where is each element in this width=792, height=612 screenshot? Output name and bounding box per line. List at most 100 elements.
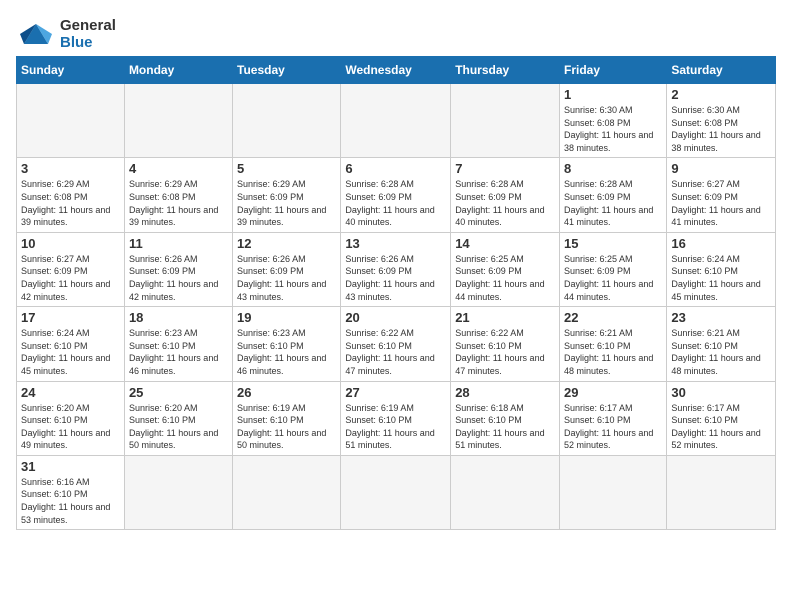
calendar-day-cell: 19Sunrise: 6:23 AM Sunset: 6:10 PM Dayli… bbox=[233, 307, 341, 381]
calendar-week-row: 31 Sunrise: 6:16 AM Sunset: 6:10 PM Dayli… bbox=[17, 455, 776, 529]
calendar-body: 1 Sunrise: 6:30 AM Sunset: 6:08 PM Daylig… bbox=[17, 84, 776, 530]
calendar-day-cell: 25Sunrise: 6:20 AM Sunset: 6:10 PM Dayli… bbox=[124, 381, 232, 455]
calendar-day-cell: 3Sunrise: 6:29 AM Sunset: 6:08 PM Daylig… bbox=[17, 158, 125, 232]
calendar-day-cell: 30Sunrise: 6:17 AM Sunset: 6:10 PM Dayli… bbox=[667, 381, 776, 455]
calendar-day-cell: 28 Sunrise: 6:18 AM Sunset: 6:10 PM Dayli… bbox=[451, 381, 560, 455]
day-info: Sunrise: 6:25 AM Sunset: 6:09 PM Dayligh… bbox=[455, 253, 555, 303]
calendar-day-cell: 13 Sunrise: 6:26 AM Sunset: 6:09 PM Dayli… bbox=[341, 232, 451, 306]
day-number: 6 bbox=[345, 161, 446, 176]
day-number: 26 bbox=[237, 385, 336, 400]
day-number: 7 bbox=[455, 161, 555, 176]
calendar-day-cell: 14Sunrise: 6:25 AM Sunset: 6:09 PM Dayli… bbox=[451, 232, 560, 306]
calendar-day-cell: 22 Sunrise: 6:21 AM Sunset: 6:10 PM Dayli… bbox=[560, 307, 667, 381]
day-info: Sunrise: 6:17 AM Sunset: 6:10 PM Dayligh… bbox=[671, 402, 771, 452]
day-info: Sunrise: 6:29 AM Sunset: 6:08 PM Dayligh… bbox=[21, 178, 120, 228]
day-number: 17 bbox=[21, 310, 120, 325]
day-info: Sunrise: 6:25 AM Sunset: 6:09 PM Dayligh… bbox=[564, 253, 662, 303]
day-info: Sunrise: 6:26 AM Sunset: 6:09 PM Dayligh… bbox=[345, 253, 446, 303]
calendar-day-cell bbox=[341, 84, 451, 158]
day-info: Sunrise: 6:22 AM Sunset: 6:10 PM Dayligh… bbox=[455, 327, 555, 377]
calendar-day-cell: 21 Sunrise: 6:22 AM Sunset: 6:10 PM Dayli… bbox=[451, 307, 560, 381]
day-number: 9 bbox=[671, 161, 771, 176]
day-info: Sunrise: 6:29 AM Sunset: 6:09 PM Dayligh… bbox=[237, 178, 336, 228]
day-info: Sunrise: 6:18 AM Sunset: 6:10 PM Dayligh… bbox=[455, 402, 555, 452]
day-number: 20 bbox=[345, 310, 446, 325]
day-number: 5 bbox=[237, 161, 336, 176]
day-info: Sunrise: 6:24 AM Sunset: 6:10 PM Dayligh… bbox=[21, 327, 120, 377]
calendar-day-cell: 20 Sunrise: 6:22 AM Sunset: 6:10 PM Dayli… bbox=[341, 307, 451, 381]
day-info: Sunrise: 6:28 AM Sunset: 6:09 PM Dayligh… bbox=[564, 178, 662, 228]
day-info: Sunrise: 6:28 AM Sunset: 6:09 PM Dayligh… bbox=[455, 178, 555, 228]
calendar-week-row: 1 Sunrise: 6:30 AM Sunset: 6:08 PM Daylig… bbox=[17, 84, 776, 158]
calendar-day-cell: 18 Sunrise: 6:23 AM Sunset: 6:10 PM Dayli… bbox=[124, 307, 232, 381]
calendar-day-cell: 17 Sunrise: 6:24 AM Sunset: 6:10 PM Dayli… bbox=[17, 307, 125, 381]
calendar-day-cell: 9 Sunrise: 6:27 AM Sunset: 6:09 PM Daylig… bbox=[667, 158, 776, 232]
day-info: Sunrise: 6:24 AM Sunset: 6:10 PM Dayligh… bbox=[671, 253, 771, 303]
day-number: 16 bbox=[671, 236, 771, 251]
calendar-day-cell bbox=[124, 84, 232, 158]
calendar-day-cell: 5 Sunrise: 6:29 AM Sunset: 6:09 PM Daylig… bbox=[233, 158, 341, 232]
day-number: 23 bbox=[671, 310, 771, 325]
day-info: Sunrise: 6:23 AM Sunset: 6:10 PM Dayligh… bbox=[129, 327, 228, 377]
calendar-day-cell: 31 Sunrise: 6:16 AM Sunset: 6:10 PM Dayli… bbox=[17, 455, 125, 529]
weekday-header-cell: Thursday bbox=[451, 57, 560, 84]
day-info: Sunrise: 6:21 AM Sunset: 6:10 PM Dayligh… bbox=[564, 327, 662, 377]
day-info: Sunrise: 6:26 AM Sunset: 6:09 PM Dayligh… bbox=[129, 253, 228, 303]
day-number: 19 bbox=[237, 310, 336, 325]
calendar-day-cell: 2Sunrise: 6:30 AM Sunset: 6:08 PM Daylig… bbox=[667, 84, 776, 158]
day-info: Sunrise: 6:20 AM Sunset: 6:10 PM Dayligh… bbox=[21, 402, 120, 452]
day-number: 8 bbox=[564, 161, 662, 176]
day-number: 28 bbox=[455, 385, 555, 400]
day-number: 31 bbox=[21, 459, 120, 474]
day-info: Sunrise: 6:16 AM Sunset: 6:10 PM Dayligh… bbox=[21, 476, 120, 526]
day-info: Sunrise: 6:28 AM Sunset: 6:09 PM Dayligh… bbox=[345, 178, 446, 228]
day-info: Sunrise: 6:27 AM Sunset: 6:09 PM Dayligh… bbox=[671, 178, 771, 228]
day-number: 22 bbox=[564, 310, 662, 325]
calendar-day-cell bbox=[667, 455, 776, 529]
calendar-day-cell: 26Sunrise: 6:19 AM Sunset: 6:10 PM Dayli… bbox=[233, 381, 341, 455]
day-number: 4 bbox=[129, 161, 228, 176]
day-info: Sunrise: 6:30 AM Sunset: 6:08 PM Dayligh… bbox=[564, 104, 662, 154]
calendar-day-cell: 23 Sunrise: 6:21 AM Sunset: 6:10 PM Dayli… bbox=[667, 307, 776, 381]
day-info: Sunrise: 6:17 AM Sunset: 6:10 PM Dayligh… bbox=[564, 402, 662, 452]
calendar-day-cell: 27 Sunrise: 6:19 AM Sunset: 6:10 PM Dayli… bbox=[341, 381, 451, 455]
day-info: Sunrise: 6:19 AM Sunset: 6:10 PM Dayligh… bbox=[345, 402, 446, 452]
day-number: 27 bbox=[345, 385, 446, 400]
calendar-day-cell: 4 Sunrise: 6:29 AM Sunset: 6:08 PM Daylig… bbox=[124, 158, 232, 232]
calendar-day-cell bbox=[233, 455, 341, 529]
day-number: 18 bbox=[129, 310, 228, 325]
day-number: 15 bbox=[564, 236, 662, 251]
weekday-header-cell: Sunday bbox=[17, 57, 125, 84]
day-number: 29 bbox=[564, 385, 662, 400]
calendar-day-cell: 8 Sunrise: 6:28 AM Sunset: 6:09 PM Daylig… bbox=[560, 158, 667, 232]
weekday-header-cell: Wednesday bbox=[341, 57, 451, 84]
calendar-week-row: 10Sunrise: 6:27 AM Sunset: 6:09 PM Dayli… bbox=[17, 232, 776, 306]
calendar-day-cell bbox=[451, 84, 560, 158]
calendar-day-cell bbox=[451, 455, 560, 529]
weekday-header-cell: Friday bbox=[560, 57, 667, 84]
day-info: Sunrise: 6:27 AM Sunset: 6:09 PM Dayligh… bbox=[21, 253, 120, 303]
day-info: Sunrise: 6:26 AM Sunset: 6:09 PM Dayligh… bbox=[237, 253, 336, 303]
day-info: Sunrise: 6:29 AM Sunset: 6:08 PM Dayligh… bbox=[129, 178, 228, 228]
calendar-day-cell: 1 Sunrise: 6:30 AM Sunset: 6:08 PM Daylig… bbox=[560, 84, 667, 158]
day-number: 1 bbox=[564, 87, 662, 102]
day-number: 21 bbox=[455, 310, 555, 325]
day-info: Sunrise: 6:22 AM Sunset: 6:10 PM Dayligh… bbox=[345, 327, 446, 377]
calendar-day-cell: 11 Sunrise: 6:26 AM Sunset: 6:09 PM Dayli… bbox=[124, 232, 232, 306]
day-number: 12 bbox=[237, 236, 336, 251]
logo: General Blue bbox=[16, 16, 116, 52]
calendar-week-row: 17 Sunrise: 6:24 AM Sunset: 6:10 PM Dayli… bbox=[17, 307, 776, 381]
logo-icon bbox=[16, 16, 56, 52]
calendar-day-cell: 29 Sunrise: 6:17 AM Sunset: 6:10 PM Dayli… bbox=[560, 381, 667, 455]
calendar-week-row: 3Sunrise: 6:29 AM Sunset: 6:08 PM Daylig… bbox=[17, 158, 776, 232]
weekday-header-cell: Tuesday bbox=[233, 57, 341, 84]
calendar-week-row: 24Sunrise: 6:20 AM Sunset: 6:10 PM Dayli… bbox=[17, 381, 776, 455]
weekday-header-cell: Monday bbox=[124, 57, 232, 84]
day-info: Sunrise: 6:21 AM Sunset: 6:10 PM Dayligh… bbox=[671, 327, 771, 377]
day-number: 13 bbox=[345, 236, 446, 251]
calendar-day-cell: 10Sunrise: 6:27 AM Sunset: 6:09 PM Dayli… bbox=[17, 232, 125, 306]
day-number: 11 bbox=[129, 236, 228, 251]
weekday-header-row: SundayMondayTuesdayWednesdayThursdayFrid… bbox=[17, 57, 776, 84]
weekday-header-cell: Saturday bbox=[667, 57, 776, 84]
day-number: 2 bbox=[671, 87, 771, 102]
